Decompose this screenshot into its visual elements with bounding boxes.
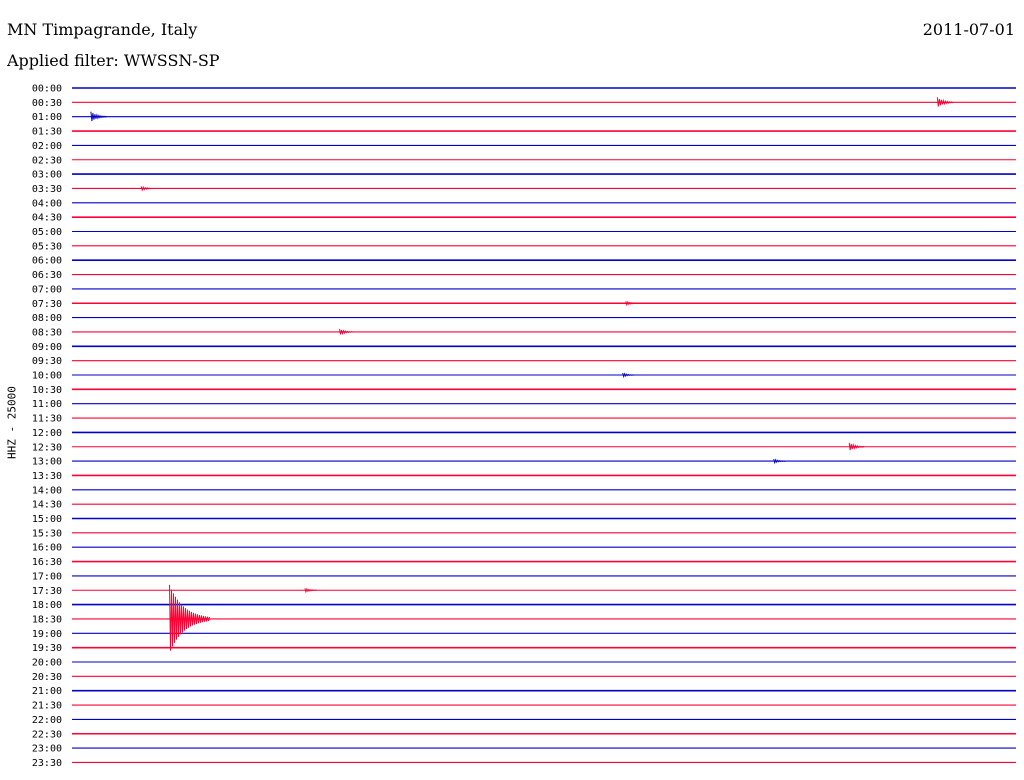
- time-tick-label: 09:00: [32, 342, 62, 353]
- seismic-event: [773, 458, 786, 465]
- seismic-event: [622, 372, 635, 379]
- time-tick-label: 05:30: [32, 241, 62, 252]
- seismic-events: [90, 97, 954, 651]
- seismogram-plot: 00:00 00:30 01:00 01:30 02:00 02:30 03:00 03:30…: [32, 84, 1016, 769]
- time-tick-labels: 00:00 00:30 01:00 01:30 02:00 02:30 03:00 03:30…: [32, 84, 62, 769]
- time-tick-label: 20:30: [32, 672, 62, 683]
- seismic-event: [936, 97, 954, 107]
- seismogram-traces: [72, 87, 1016, 764]
- time-tick-label: 07:30: [32, 299, 62, 310]
- time-tick-label: 18:30: [32, 614, 62, 625]
- time-tick-label: 16:00: [32, 543, 62, 554]
- time-tick-label: 19:30: [32, 643, 62, 654]
- time-tick-label: 22:00: [32, 715, 62, 726]
- time-tick-label: 13:30: [32, 471, 62, 482]
- time-tick-label: 10:30: [32, 385, 62, 396]
- time-tick-label: 02:30: [32, 155, 62, 166]
- time-tick-label: 06:30: [32, 270, 62, 281]
- time-tick-label: 00:30: [32, 98, 62, 109]
- seismic-event: [304, 587, 318, 594]
- time-tick-label: 11:30: [32, 414, 62, 425]
- time-tick-label: 07:00: [32, 284, 62, 295]
- seismic-event: [169, 584, 210, 651]
- time-tick-label: 01:30: [32, 127, 62, 138]
- seismic-event: [848, 442, 865, 451]
- time-tick-label: 03:00: [32, 170, 62, 181]
- time-tick-label: 05:00: [32, 227, 62, 238]
- seismic-event: [90, 111, 108, 121]
- time-tick-label: 11:00: [32, 399, 62, 410]
- time-tick-label: 20:00: [32, 658, 62, 669]
- time-tick-label: 15:30: [32, 528, 62, 539]
- seismic-event: [140, 185, 154, 192]
- time-tick-label: 21:00: [32, 686, 62, 697]
- time-tick-label: 08:30: [32, 327, 62, 338]
- time-tick-label: 01:00: [32, 112, 62, 123]
- time-tick-label: 17:30: [32, 586, 62, 597]
- time-tick-label: 23:00: [32, 744, 62, 755]
- time-tick-label: 02:00: [32, 141, 62, 152]
- time-tick-label: 18:00: [32, 600, 62, 611]
- time-tick-label: 17:00: [32, 571, 62, 582]
- time-tick-label: 12:30: [32, 442, 62, 453]
- time-tick-label: 19:00: [32, 629, 62, 640]
- time-tick-label: 10:00: [32, 371, 62, 382]
- time-tick-label: 23:30: [32, 758, 62, 769]
- time-tick-label: 04:30: [32, 213, 62, 224]
- time-tick-label: 22:30: [32, 729, 62, 740]
- time-tick-label: 12:00: [32, 428, 62, 439]
- time-tick-label: 14:00: [32, 485, 62, 496]
- time-tick-label: 03:30: [32, 184, 62, 195]
- time-tick-label: 04:00: [32, 198, 62, 209]
- time-tick-label: 14:30: [32, 500, 62, 511]
- time-tick-label: 06:00: [32, 256, 62, 267]
- time-tick-label: 16:30: [32, 557, 62, 568]
- time-tick-label: 09:30: [32, 356, 62, 367]
- seismic-event: [625, 300, 638, 307]
- time-tick-label: 15:00: [32, 514, 62, 525]
- time-tick-label: 13:00: [32, 457, 62, 468]
- time-tick-label: 08:00: [32, 313, 62, 324]
- time-tick-label: 00:00: [32, 84, 62, 95]
- time-tick-label: 21:30: [32, 701, 62, 712]
